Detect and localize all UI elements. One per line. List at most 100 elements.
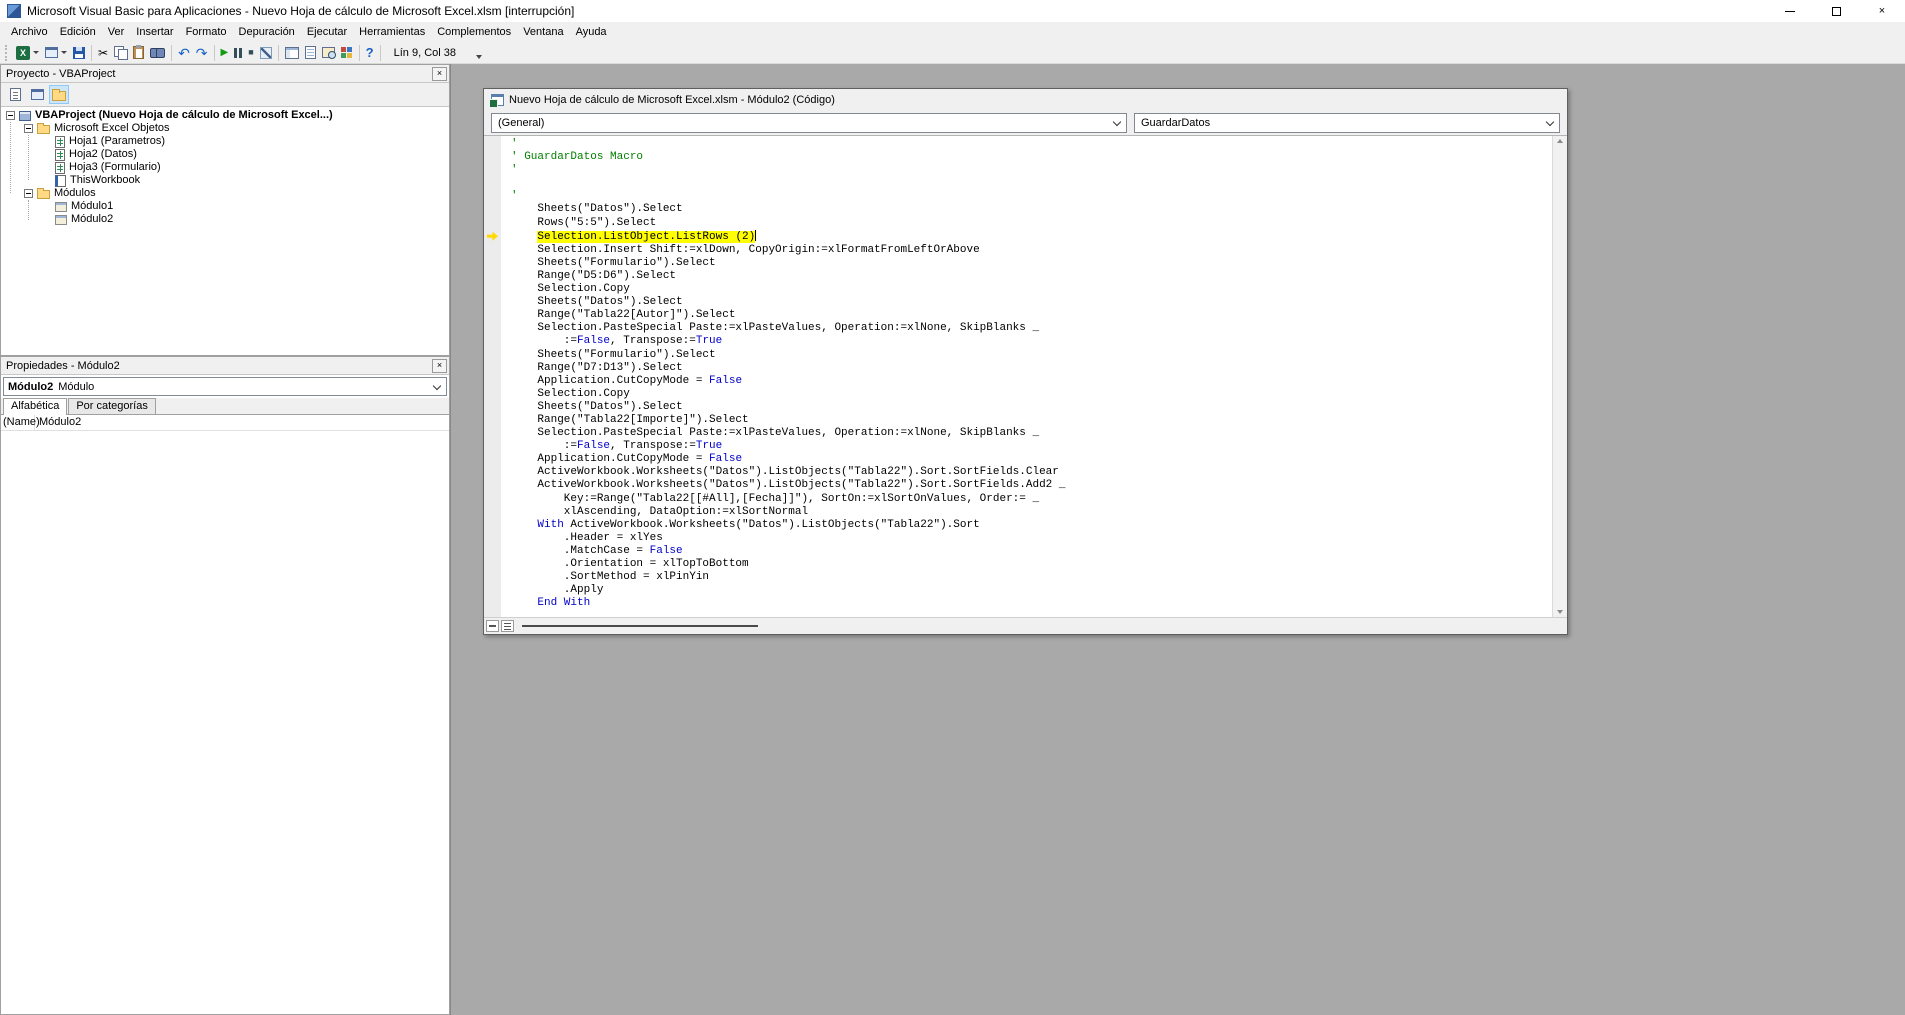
toolbar-grip[interactable] — [5, 44, 10, 61]
help-button[interactable]: ? — [363, 43, 377, 63]
brk-icon — [234, 47, 243, 58]
minimize-icon — [1785, 10, 1795, 12]
collapse-icon[interactable] — [24, 189, 33, 198]
menu-ventana[interactable]: Ventana — [517, 22, 569, 42]
project-panel-header: Proyecto - VBAProject × — [1, 65, 449, 83]
property-value[interactable]: Módulo2 — [35, 415, 449, 430]
toolbar-separator — [213, 44, 215, 61]
toolbar: X ✂ ↶ ↷ ▶ ■? Lín 9, Col 38 — [0, 42, 1905, 64]
workbook-icon — [55, 174, 66, 187]
properties-tabs: Alfabética Por categorías — [1, 398, 449, 415]
minimize-button[interactable] — [1767, 0, 1813, 22]
code-window-titlebar[interactable]: Nuevo Hoja de cálculo de Microsoft Excel… — [484, 89, 1567, 110]
properties-panel-title: Propiedades - Módulo2 — [6, 359, 120, 372]
code-line: xlAscending, DataOption:=xlSortNormal — [511, 505, 809, 518]
toolbar-buttons: X ✂ ↶ ↷ ▶ ■? — [13, 43, 384, 63]
toolbox-button[interactable] — [338, 43, 356, 63]
continue-button[interactable]: ▶ — [218, 43, 232, 63]
selected-object-type: Módulo — [58, 380, 95, 393]
vertical-scrollbar[interactable] — [1552, 136, 1567, 617]
project-panel-close-button[interactable]: × — [432, 66, 447, 81]
property-row[interactable]: (Name) Módulo2 — [1, 415, 449, 431]
view-code-button[interactable] — [5, 85, 25, 104]
tree-item-modulo2[interactable]: Módulo2 — [1, 213, 449, 226]
menu-ayuda[interactable]: Ayuda — [570, 22, 613, 42]
undo-button[interactable]: ↶ — [175, 43, 193, 63]
margin-indicator-bar[interactable] — [484, 136, 501, 617]
toolbar-separator — [277, 44, 279, 61]
properties-window-button[interactable] — [302, 43, 319, 63]
props-icon — [304, 46, 316, 59]
window-controls: × — [1767, 0, 1905, 22]
cut-icon: ✂ — [98, 45, 109, 60]
view-object-button[interactable] — [27, 85, 47, 104]
menu-ejecutar[interactable]: Ejecutar — [301, 22, 353, 42]
horizontal-scrollbar[interactable] — [516, 618, 1567, 634]
mdi-area: Nuevo Hoja de cálculo de Microsoft Excel… — [450, 64, 1905, 1015]
procedure-combo[interactable]: GuardarDatos — [1134, 112, 1560, 133]
tree-item-label: Hoja3 (Formulario) — [69, 161, 161, 173]
cut-button[interactable]: ✂ — [95, 43, 111, 63]
collapse-icon[interactable] — [24, 124, 33, 133]
procedure-view-button[interactable] — [486, 620, 499, 632]
menu-insertar[interactable]: Insertar — [130, 22, 179, 42]
scrollbar-line — [522, 625, 758, 627]
code-editor[interactable]: ' ' GuardarDatos Macro ' ' Sheets("Datos").… — [501, 136, 1552, 617]
menu-complementos[interactable]: Complementos — [431, 22, 517, 42]
tree-item-hoja1[interactable]: Hoja1 (Parametros) — [1, 135, 449, 148]
chevron-down-icon — [432, 381, 442, 391]
tab-alfabetica[interactable]: Alfabética — [3, 398, 68, 415]
module-icon — [55, 214, 67, 225]
tab-por-categorias[interactable]: Por categorías — [68, 398, 156, 414]
copy-button[interactable] — [111, 43, 130, 63]
code-line: Sheets("Datos").Select — [511, 400, 683, 413]
toggle-folders-button[interactable] — [49, 85, 69, 104]
execution-point-arrow-icon — [487, 231, 498, 241]
sheet-icon — [55, 148, 65, 161]
insert-userform-button[interactable] — [42, 43, 70, 63]
break-button[interactable] — [231, 43, 245, 63]
code-line: Sheets("Datos").Select — [511, 296, 683, 309]
paste-button[interactable] — [130, 43, 147, 63]
code-line: Range("D7:D13").Select — [511, 361, 683, 374]
tree-item-hoja3[interactable]: Hoja3 (Formulario) — [1, 161, 449, 174]
vbe-application-window: Microsoft Visual Basic para Aplicaciones… — [0, 0, 1905, 1015]
menu-herramientas[interactable]: Herramientas — [353, 22, 431, 42]
find-button[interactable] — [147, 43, 168, 63]
code-line: :=False, Transpose:=True — [511, 440, 723, 453]
object-selector-combo[interactable]: Módulo2 Módulo — [3, 377, 447, 396]
maximize-button[interactable] — [1813, 0, 1859, 22]
menu-edicion[interactable]: Edición — [54, 22, 102, 42]
tree-item-modulo1[interactable]: Módulo1 — [1, 200, 449, 213]
tree-item-thisworkbook[interactable]: ThisWorkbook — [1, 174, 449, 187]
tree-item-hoja2[interactable]: Hoja2 (Datos) — [1, 148, 449, 161]
titlebar: Microsoft Visual Basic para Aplicaciones… — [0, 0, 1905, 22]
save-icon — [73, 46, 85, 59]
tree-item-vbaproject-root[interactable]: VBAProject (Nuevo Hoja de cálculo de Mic… — [1, 109, 449, 122]
menu-ver[interactable]: Ver — [102, 22, 131, 42]
view-microsoft-excel-button[interactable]: X — [13, 43, 42, 63]
project-panel-title: Proyecto - VBAProject — [6, 67, 116, 80]
object-combo[interactable]: (General) — [491, 112, 1127, 133]
menu-archivo[interactable]: Archivo — [5, 22, 54, 42]
object-browser-button[interactable] — [319, 43, 338, 63]
redo-button[interactable]: ↷ — [193, 43, 211, 63]
design-mode-button[interactable] — [257, 43, 275, 63]
menu-depuracion[interactable]: Depuración — [233, 22, 301, 42]
close-button[interactable]: × — [1859, 0, 1905, 22]
tree-item-modulos[interactable]: Módulos — [1, 187, 449, 200]
toolbar-separator — [379, 44, 381, 61]
toolbar-overflow-button[interactable] — [472, 43, 486, 63]
maximize-icon — [1831, 6, 1841, 16]
code-line: .Orientation = xlTopToBottom — [511, 558, 749, 570]
menu-formato[interactable]: Formato — [180, 22, 233, 42]
tree-item-microsoft-excel-objetos[interactable]: Microsoft Excel Objetos — [1, 122, 449, 135]
procedure-view-icon — [489, 625, 496, 627]
project-explorer-button[interactable] — [282, 43, 302, 63]
collapse-icon[interactable] — [6, 111, 15, 120]
properties-panel-close-button[interactable]: × — [432, 358, 447, 373]
properties-panel-header: Propiedades - Módulo2 × — [1, 357, 449, 375]
full-module-view-button[interactable] — [501, 620, 514, 632]
reset-button[interactable]: ■ — [245, 43, 256, 63]
save-button[interactable] — [70, 43, 88, 63]
